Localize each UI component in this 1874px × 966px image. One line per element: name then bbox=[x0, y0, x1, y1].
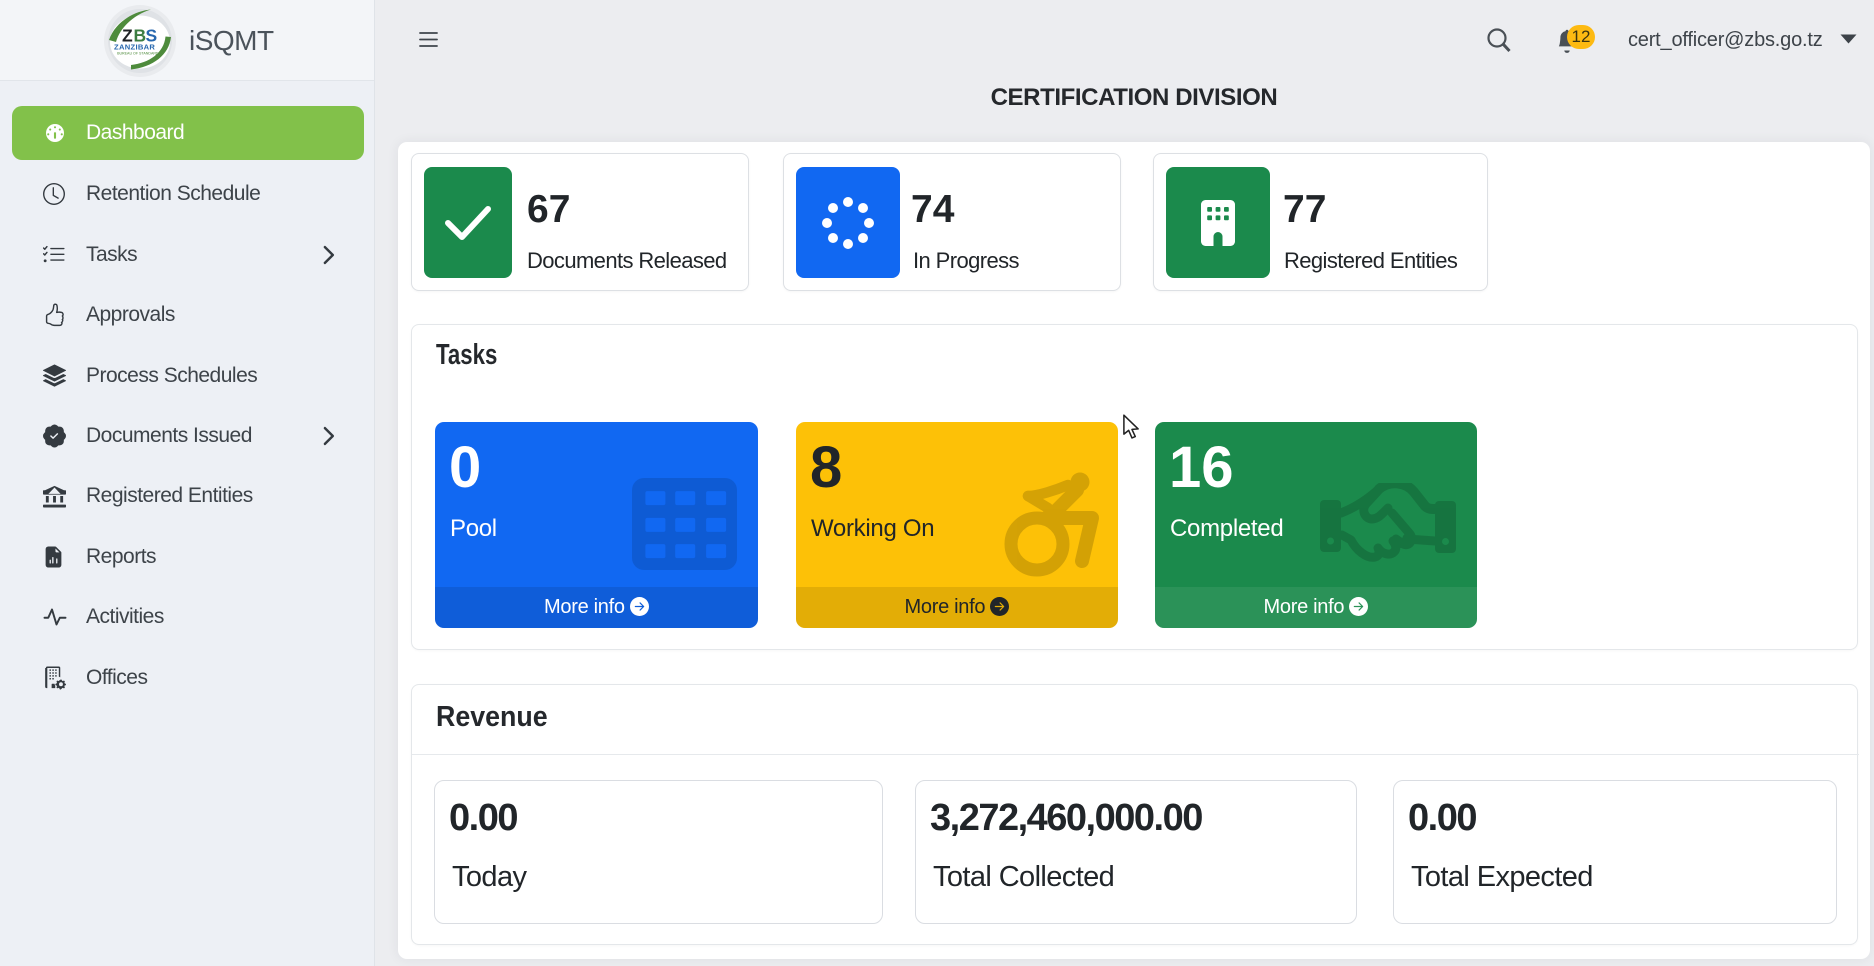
svg-text:BUREAU OF STANDARDS: BUREAU OF STANDARDS bbox=[117, 52, 161, 56]
svg-text:ZANZIBAR: ZANZIBAR bbox=[114, 43, 155, 52]
